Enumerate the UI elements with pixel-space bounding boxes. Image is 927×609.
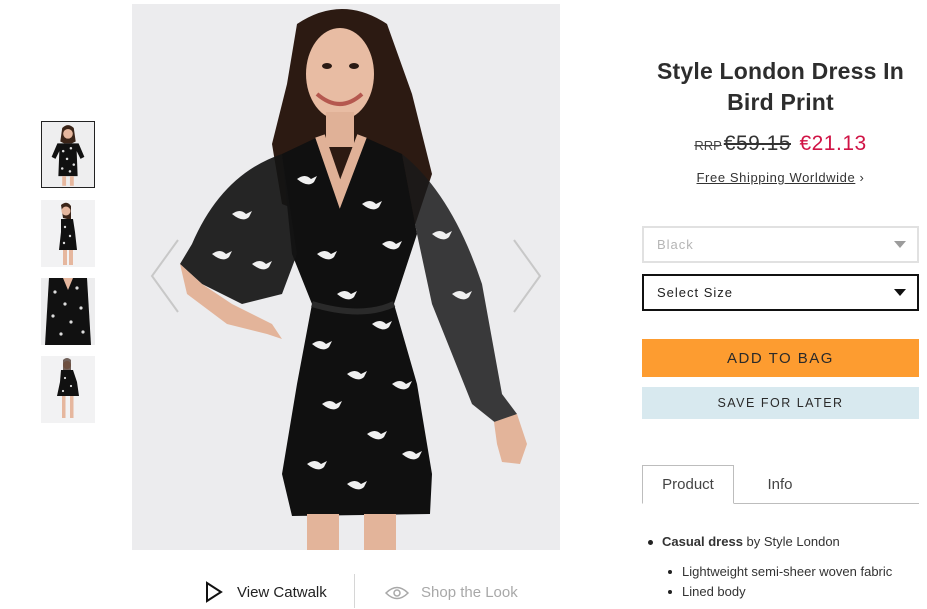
color-select[interactable]: Black (642, 226, 919, 263)
sale-price: €21.13 (799, 132, 867, 155)
caret-down-icon (894, 289, 906, 296)
detail-type: Casual dress by Style London (642, 534, 927, 556)
shop-the-look-link[interactable]: Shop the Look (385, 584, 518, 601)
size-select-placeholder: Select Size (657, 285, 734, 300)
thumbnail-2[interactable] (41, 200, 95, 267)
chevron-right-icon: › (859, 170, 865, 185)
view-catwalk-link[interactable]: View Catwalk (205, 581, 327, 603)
price-row: RRP€59.15 €21.13 (642, 132, 919, 156)
thumbnail-1[interactable] (41, 121, 95, 188)
rrp-price: €59.15 (723, 132, 791, 155)
thumbnail-3[interactable] (41, 278, 95, 345)
detail-type-bold: Casual dress (662, 534, 743, 549)
chevron-right-icon (513, 239, 542, 313)
shipping-info: Free Shipping Worldwide › (642, 170, 919, 185)
caret-down-icon (894, 241, 906, 248)
save-for-later-button[interactable]: SAVE FOR LATER (642, 387, 919, 419)
model-photo (132, 4, 560, 550)
product-title: Style London Dress In Bird Print (656, 58, 904, 115)
add-to-bag-button[interactable]: ADD TO BAG (642, 339, 919, 377)
chevron-left-icon (150, 239, 179, 313)
next-image-arrow[interactable] (512, 238, 542, 314)
thumbnail-image (41, 278, 95, 345)
previous-image-arrow[interactable] (150, 238, 180, 314)
main-product-image[interactable] (132, 4, 560, 550)
product-info-panel: Style London Dress In Bird Print RRP€59.… (642, 56, 919, 599)
tab-product[interactable]: Product (642, 465, 734, 504)
play-icon (206, 581, 223, 603)
product-tabs: Product Info (642, 465, 919, 504)
tab-info[interactable]: Info (734, 465, 826, 503)
color-select-value: Black (657, 237, 694, 252)
size-select[interactable]: Select Size (642, 274, 919, 311)
divider (354, 574, 355, 608)
shop-the-look-label: Shop the Look (421, 584, 518, 601)
view-catwalk-label: View Catwalk (237, 583, 327, 601)
thumbnail-image (42, 122, 94, 187)
thumbnail-4[interactable] (41, 356, 95, 423)
eye-icon (385, 586, 409, 599)
product-page: View Catwalk Shop the Look Style London … (0, 0, 927, 609)
media-links: View Catwalk Shop the Look (205, 574, 518, 609)
product-details: Casual dress by Style London Lightweight… (642, 534, 927, 604)
detail-type-rest: by Style London (742, 534, 840, 549)
thumbnail-image (41, 200, 95, 267)
rrp-label: RRP (694, 138, 722, 153)
detail-bullet: Lightweight semi-sheer woven fabric (642, 564, 927, 584)
free-shipping-link[interactable]: Free Shipping Worldwide (697, 170, 856, 185)
detail-bullet: Lined body (642, 584, 927, 604)
thumbnail-image (41, 356, 95, 423)
